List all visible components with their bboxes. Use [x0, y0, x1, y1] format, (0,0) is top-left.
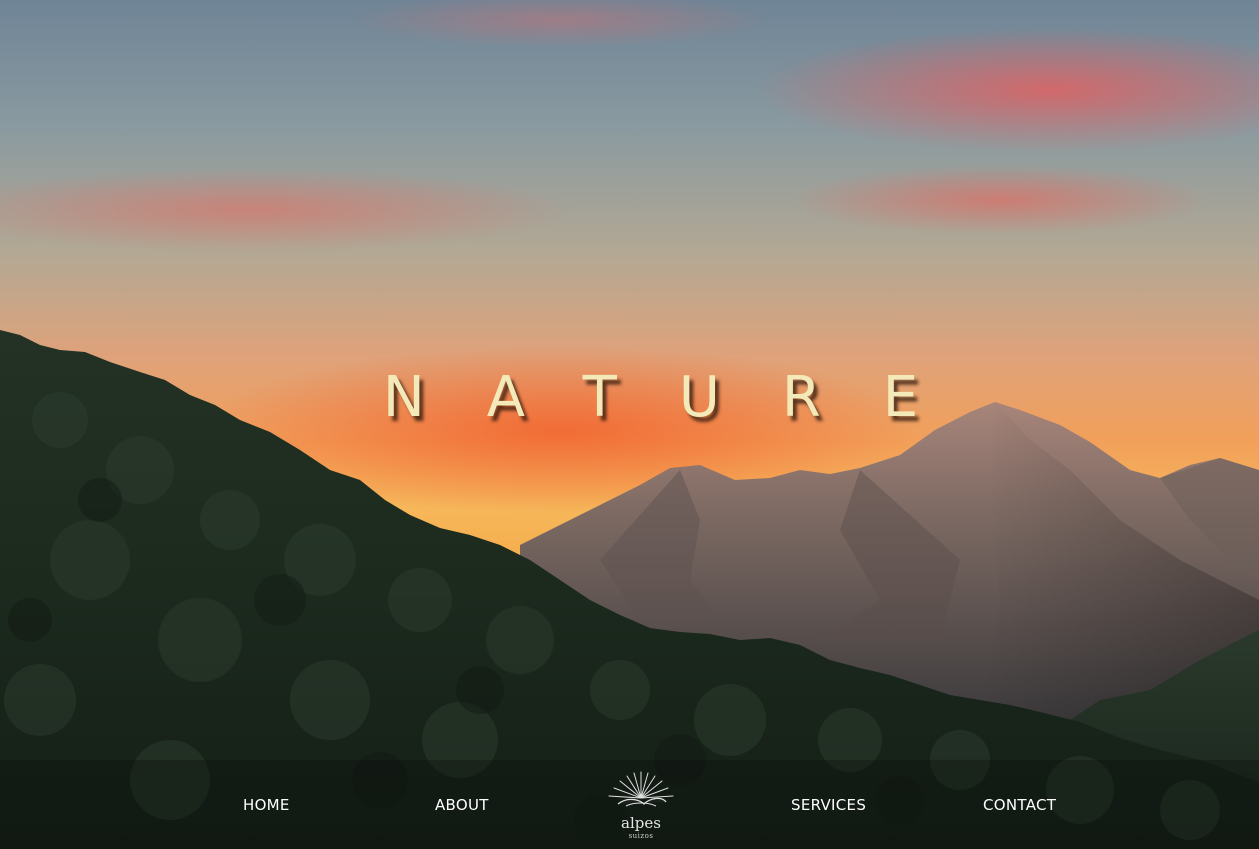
logo-tagline: suizos — [628, 832, 654, 840]
logo-wordmark: alpes — [621, 814, 661, 832]
sunrise-icon — [608, 771, 674, 807]
brand-logo[interactable]: alpes suizos — [604, 770, 678, 846]
nav-link-services[interactable]: SERVICES — [791, 796, 866, 814]
nav-link-home[interactable]: HOME — [243, 796, 290, 814]
hero-section: NATURE HOME ABOUT alpes suizos SERVICES … — [0, 0, 1259, 849]
nav-link-contact[interactable]: CONTACT — [983, 796, 1056, 814]
hero-title: NATURE — [382, 365, 981, 430]
bottom-navigation: HOME ABOUT alpes suizos SERVICES CONTACT — [0, 765, 1259, 845]
nav-link-about[interactable]: ABOUT — [435, 796, 489, 814]
